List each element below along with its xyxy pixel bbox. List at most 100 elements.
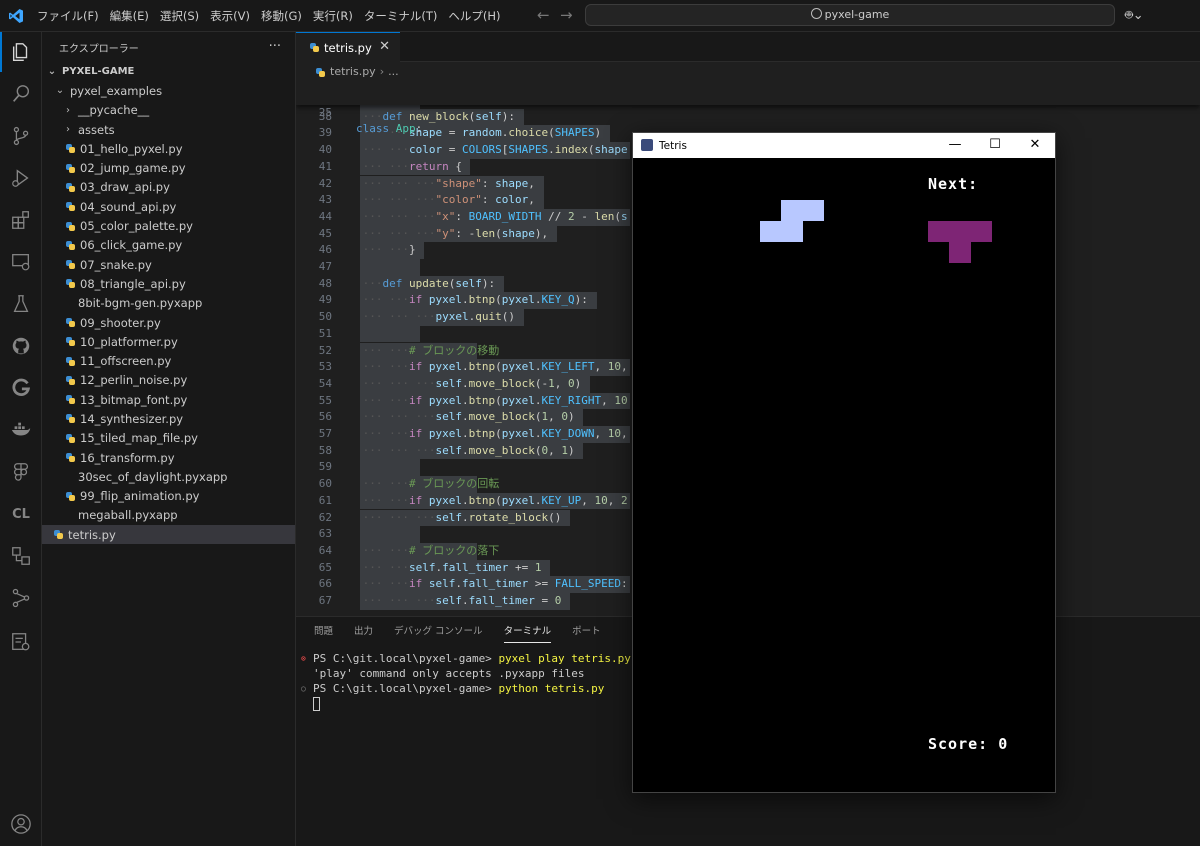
explorer-header: エクスプローラー ··· xyxy=(42,32,295,62)
tab-debug-console[interactable]: デバッグ コンソール xyxy=(394,617,483,647)
github-icon[interactable] xyxy=(9,334,33,358)
menu-terminal[interactable]: ターミナル(T) xyxy=(364,0,438,32)
file-tree-item[interactable]: 16_transform.py xyxy=(42,448,295,467)
python-file-icon xyxy=(66,260,75,270)
file-tree-label: 06_click_game.py xyxy=(80,238,183,253)
menu-selection[interactable]: 選択(S) xyxy=(160,0,199,32)
error-dot-icon: ⊗ xyxy=(301,654,306,663)
arrow-right-icon[interactable]: → xyxy=(560,6,573,24)
accounts-icon[interactable] xyxy=(9,812,33,836)
tab-ports[interactable]: ポート xyxy=(572,617,601,647)
source-control-icon[interactable] xyxy=(9,124,33,148)
file-tree-item[interactable]: 06_click_game.py xyxy=(42,236,295,255)
figma-icon[interactable] xyxy=(9,460,33,484)
extensions-icon[interactable] xyxy=(9,208,33,232)
minimize-button[interactable]: — xyxy=(935,133,975,158)
next-piece-block xyxy=(928,221,992,242)
menu-go[interactable]: 移動(G) xyxy=(261,0,302,32)
explorer-icon[interactable] xyxy=(0,32,33,72)
run-debug-icon[interactable] xyxy=(9,166,33,190)
file-tree-item[interactable]: 11_offscreen.py xyxy=(42,351,295,370)
file-tree-item[interactable]: 08_triangle_api.py xyxy=(42,274,295,293)
file-tree-item[interactable]: 14_synthesizer.py xyxy=(42,409,295,428)
game-canvas[interactable]: Next: Score: 0 xyxy=(633,158,1055,792)
command-center-search[interactable]: pyxel-game xyxy=(585,4,1115,26)
workspace-root[interactable]: ⌄ PYXEL-GAME xyxy=(42,62,295,81)
docker-icon[interactable] xyxy=(9,418,33,442)
file-tree-item[interactable]: 15_tiled_map_file.py xyxy=(42,429,295,448)
tab-output[interactable]: 出力 xyxy=(354,617,373,647)
maximize-button[interactable]: ☐ xyxy=(975,133,1015,158)
breadcrumb-symbol[interactable]: ... xyxy=(388,62,399,82)
file-tree-item[interactable]: 01_hello_pyxel.py xyxy=(42,139,295,158)
remote-extensions-icon[interactable] xyxy=(9,630,33,654)
cl-icon[interactable]: CL xyxy=(9,502,33,526)
file-tree-item[interactable]: 05_color_palette.py xyxy=(42,216,295,235)
file-tree-item[interactable]: 02_jump_game.py xyxy=(42,158,295,177)
line-number: 41 xyxy=(318,159,332,173)
code-line[interactable]: 38 ···def new_block(self): xyxy=(296,109,1200,126)
tab-tetris-py[interactable]: tetris.py ✕ xyxy=(296,32,400,62)
code-text: ··· ···if pyxel.btnp(pyxel.KEY_UP, 10, 2 xyxy=(356,493,628,507)
chevron-right-icon: › xyxy=(66,104,70,116)
file-tree-item[interactable]: 09_shooter.py xyxy=(42,313,295,332)
containers-icon[interactable] xyxy=(9,544,33,568)
file-tree-item[interactable]: tetris.py xyxy=(42,525,295,545)
arrow-left-icon[interactable]: ← xyxy=(537,6,550,24)
code-text: ··· ··· ···"shape": shape, xyxy=(356,176,535,190)
python-file-icon xyxy=(66,433,75,443)
tab-terminal[interactable]: ターミナル xyxy=(503,617,551,647)
chevron-down-icon: ⌄ xyxy=(47,66,57,78)
menu-edit[interactable]: 編集(E) xyxy=(110,0,149,32)
more-actions-icon[interactable]: ··· xyxy=(269,39,281,54)
chevron-down-icon: ⌄ xyxy=(55,85,65,97)
testing-icon[interactable] xyxy=(9,292,33,316)
tab-problems[interactable]: 問題 xyxy=(314,617,333,647)
sticky-scroll-line[interactable]: 25 class App: xyxy=(296,88,1200,135)
file-tree-item[interactable]: 12_perlin_noise.py xyxy=(42,371,295,390)
git-graph-icon[interactable] xyxy=(9,586,33,610)
line-number: 49 xyxy=(318,293,332,307)
file-tree-item[interactable]: 8bit-bgm-gen.pyxapp xyxy=(42,294,295,313)
file-tree-item[interactable]: 99_flip_animation.py xyxy=(42,487,295,506)
game-window-titlebar[interactable]: Tetris — ☐ ✕ xyxy=(633,133,1055,158)
remote-explorer-icon[interactable] xyxy=(9,250,33,274)
line-number: 59 xyxy=(318,460,332,474)
file-tree-item[interactable]: ⌄ pyxel_examples xyxy=(42,81,295,100)
file-tree-item[interactable]: 03_draw_api.py xyxy=(42,178,295,197)
gitlens-icon[interactable] xyxy=(9,376,33,400)
code-text: ··· ···self.fall_timer += 1 xyxy=(356,560,542,574)
line-number: 44 xyxy=(318,209,332,223)
python-file-icon xyxy=(316,67,325,77)
menu-run[interactable]: 実行(R) xyxy=(313,0,353,32)
vscode-logo-icon[interactable] xyxy=(8,8,24,24)
code-text: ··· ···if self.fall_timer >= FALL_SPEED: xyxy=(356,577,628,591)
terminal-prompt: PS C:\git.local\pyxel-game> xyxy=(313,652,499,665)
file-tree-item[interactable]: 04_sound_api.py xyxy=(42,197,295,216)
close-icon[interactable]: ✕ xyxy=(379,39,390,54)
close-button[interactable]: ✕ xyxy=(1015,133,1055,158)
menu-help[interactable]: ヘルプ(H) xyxy=(448,0,500,32)
copilot-icon[interactable]: 🤖︎⌄ xyxy=(1125,7,1144,25)
tetris-game-window[interactable]: Tetris — ☐ ✕ Next: Score: 0 xyxy=(632,132,1056,793)
menu-file[interactable]: ファイル(F) xyxy=(37,0,99,32)
python-file-icon xyxy=(66,279,75,289)
code-text: ··· ··· ···"x": BOARD_WIDTH // 2 - len(s xyxy=(356,209,628,223)
file-tree-label: 13_bitmap_font.py xyxy=(80,392,188,407)
search-icon[interactable] xyxy=(9,82,33,106)
piece-block xyxy=(760,221,803,242)
file-tree-item[interactable]: › assets xyxy=(42,120,295,139)
file-tree-item[interactable]: 07_snake.py xyxy=(42,255,295,274)
line-number: 64 xyxy=(318,543,332,557)
file-tree-item[interactable]: megaball.pyxapp xyxy=(42,506,295,525)
menu-view[interactable]: 表示(V) xyxy=(210,0,250,32)
file-tree-item[interactable]: 10_platformer.py xyxy=(42,332,295,351)
file-tree-item[interactable]: 13_bitmap_font.py xyxy=(42,390,295,409)
file-tree-label: 10_platformer.py xyxy=(80,334,178,349)
file-tree: ⌄ pyxel_examples › __pycache__ › assets 01_hel… xyxy=(42,81,295,545)
file-tree-item[interactable]: 30sec_of_daylight.pyxapp xyxy=(42,467,295,486)
file-tree-item[interactable]: › __pycache__ xyxy=(42,101,295,120)
line-number: 50 xyxy=(318,310,332,324)
file-tree-label: 01_hello_pyxel.py xyxy=(80,141,183,156)
breadcrumb-file[interactable]: tetris.py xyxy=(330,62,376,82)
